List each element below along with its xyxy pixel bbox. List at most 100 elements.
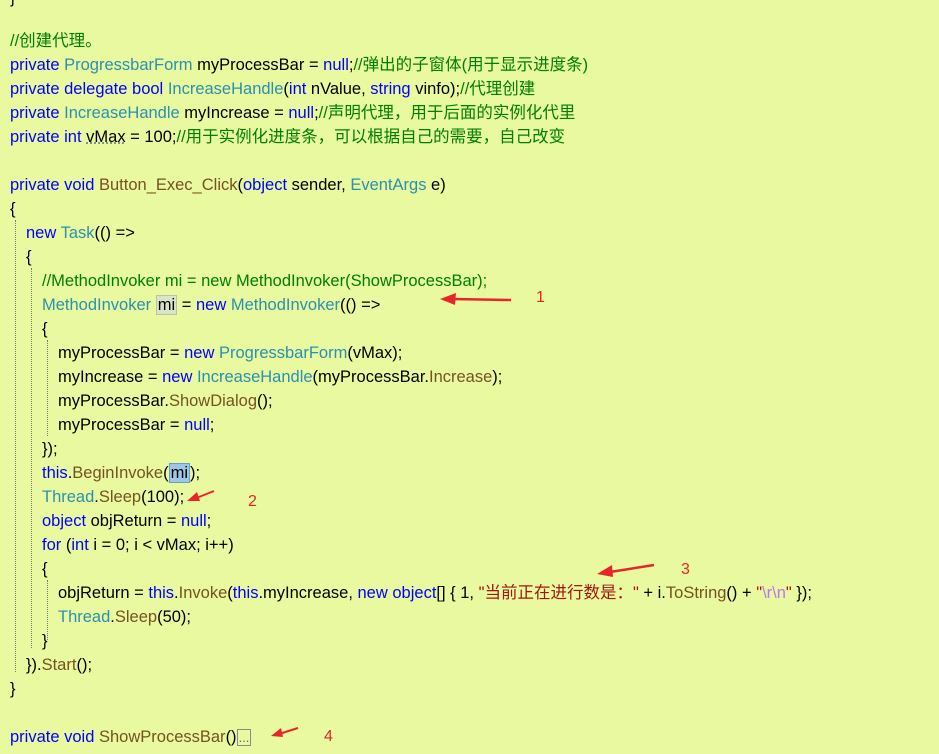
code-line-for-loop: for (int i = 0; i < vMax; i++) xyxy=(42,533,234,557)
type-name: ProgressbarForm xyxy=(218,344,348,362)
keyword: new xyxy=(184,344,215,362)
code-text: (100); xyxy=(141,488,185,506)
keyword: new xyxy=(26,224,57,242)
string-literal: "当前正在进行数是：" xyxy=(478,584,639,602)
keyword: bool xyxy=(132,80,164,98)
code-line-new-task: new Task(() => xyxy=(26,221,135,245)
keyword: string xyxy=(370,80,411,98)
type-name: Thread xyxy=(42,488,95,506)
keyword: private xyxy=(10,128,60,146)
escape-sequence: \r\n xyxy=(762,584,786,602)
code-text: (() => xyxy=(94,224,135,242)
code-text: ; xyxy=(206,512,212,530)
code-line-showprocessbar: private void ShowProcessBar()... xyxy=(10,725,252,749)
keyword: null xyxy=(184,416,210,434)
code-text: myIncrease = xyxy=(179,104,289,122)
code-text: (myProcessBar. xyxy=(312,368,429,386)
keyword: this xyxy=(232,584,259,602)
code-line-thread-sleep: Thread.Sleep(100); xyxy=(42,485,184,509)
code-line-processbar-field: private ProgressbarForm myProcessBar = n… xyxy=(10,53,588,77)
keyword: private xyxy=(10,80,60,98)
keyword: int xyxy=(64,128,82,146)
code-line: myProcessBar = null; xyxy=(58,413,214,437)
keyword: object xyxy=(42,512,87,530)
code-brace: { xyxy=(42,560,48,578)
type-name: IncreaseHandle xyxy=(64,104,180,122)
type-name: IncreaseHandle xyxy=(196,368,313,386)
code-text: = xyxy=(177,296,196,314)
code-line-invoke: objReturn = this.Invoke(this.myIncrease,… xyxy=(58,581,812,605)
code-text: myProcessBar = xyxy=(58,416,185,434)
selected-identifier[interactable]: mi xyxy=(168,463,191,483)
code-line-thread-sleep: Thread.Sleep(50); xyxy=(58,605,191,629)
method-name: BeginInvoke xyxy=(72,464,164,482)
code-text: i = 0; i < vMax; i++) xyxy=(88,536,234,554)
code-text: (() => xyxy=(340,296,381,314)
keyword: private xyxy=(10,104,60,122)
code-text: myIncrease = xyxy=(58,368,163,386)
method-name: Sleep xyxy=(98,488,142,506)
code-editor[interactable]: } //创建代理。 private ProgressbarForm myProc… xyxy=(0,0,939,754)
annotation-arrow-3 xyxy=(597,563,655,577)
code-text: ; xyxy=(209,416,215,434)
code-comment: //用于实例化进度条，可以根据自己的需要，自己改变 xyxy=(176,128,566,146)
code-text: myProcessBar. xyxy=(58,392,169,410)
annotation-arrow-4 xyxy=(271,727,299,737)
indent-guide xyxy=(47,340,48,436)
code-text: [] { 1, xyxy=(436,584,479,602)
type-name: IncreaseHandle xyxy=(167,80,284,98)
collapsed-region-button[interactable]: ... xyxy=(236,729,252,746)
type-name: MethodInvoker xyxy=(230,296,341,314)
annotation-label-2: 2 xyxy=(248,493,257,510)
code-text: nValue, xyxy=(306,80,371,98)
method-name: Increase xyxy=(429,368,493,386)
code-text: .myIncrease, xyxy=(258,584,358,602)
code-text: () xyxy=(225,728,237,746)
method-name: Sleep xyxy=(114,608,158,626)
code-comment: //MethodInvoker mi = new MethodInvoker(S… xyxy=(42,272,488,290)
keyword: new xyxy=(162,368,193,386)
code-brace: { xyxy=(42,320,48,338)
keyword: private xyxy=(10,176,60,194)
code-brace: } xyxy=(10,680,16,698)
method-name: Button_Exec_Click xyxy=(99,176,238,194)
keyword: private xyxy=(10,728,60,746)
code-text: = 100; xyxy=(125,128,177,146)
code-text: }); xyxy=(791,584,812,602)
keyword: null xyxy=(180,512,207,530)
code-text: objReturn = xyxy=(86,512,181,530)
code-text: ( xyxy=(61,536,72,554)
keyword: void xyxy=(64,728,95,746)
type-name: Task xyxy=(60,224,95,242)
highlighted-identifier: mi xyxy=(155,295,178,315)
code-line-task-start: }).Start(); xyxy=(26,653,92,677)
type-name: MethodInvoker xyxy=(42,296,152,314)
code-line: myProcessBar = new ProgressbarForm(vMax)… xyxy=(58,341,402,365)
keyword: private xyxy=(10,56,60,74)
code-text: + i. xyxy=(638,584,666,602)
method-name: ToString xyxy=(665,584,727,602)
keyword: new xyxy=(357,584,388,602)
code-text: e) xyxy=(426,176,446,194)
code-text: }). xyxy=(26,656,42,674)
keyword: delegate xyxy=(64,80,128,98)
code-text: sender, xyxy=(287,176,351,194)
code-brace: }); xyxy=(42,440,58,458)
keyword: null xyxy=(288,104,315,122)
keyword: null xyxy=(323,56,349,74)
code-line-vmax-field: private int vMax = 100;//用于实例化进度条，可以根据自己… xyxy=(10,125,565,149)
code-text: objReturn = xyxy=(58,584,149,602)
code-line-begin-invoke: this.BeginInvoke(mi); xyxy=(42,461,200,485)
method-name: ShowProcessBar xyxy=(99,728,226,746)
code-text: ); xyxy=(492,368,503,386)
keyword: new xyxy=(195,296,227,314)
code-line-method-invoker: MethodInvoker mi = new MethodInvoker(() … xyxy=(42,293,380,317)
keyword: this xyxy=(148,584,175,602)
code-text: (vMax); xyxy=(347,344,403,362)
code-text: myProcessBar = xyxy=(58,344,185,362)
code-text: ( xyxy=(163,464,169,482)
code-text: (50); xyxy=(157,608,192,626)
code-line: object objReturn = null; xyxy=(42,509,211,533)
type-name: Thread xyxy=(58,608,111,626)
annotation-arrow-1 xyxy=(440,293,512,305)
